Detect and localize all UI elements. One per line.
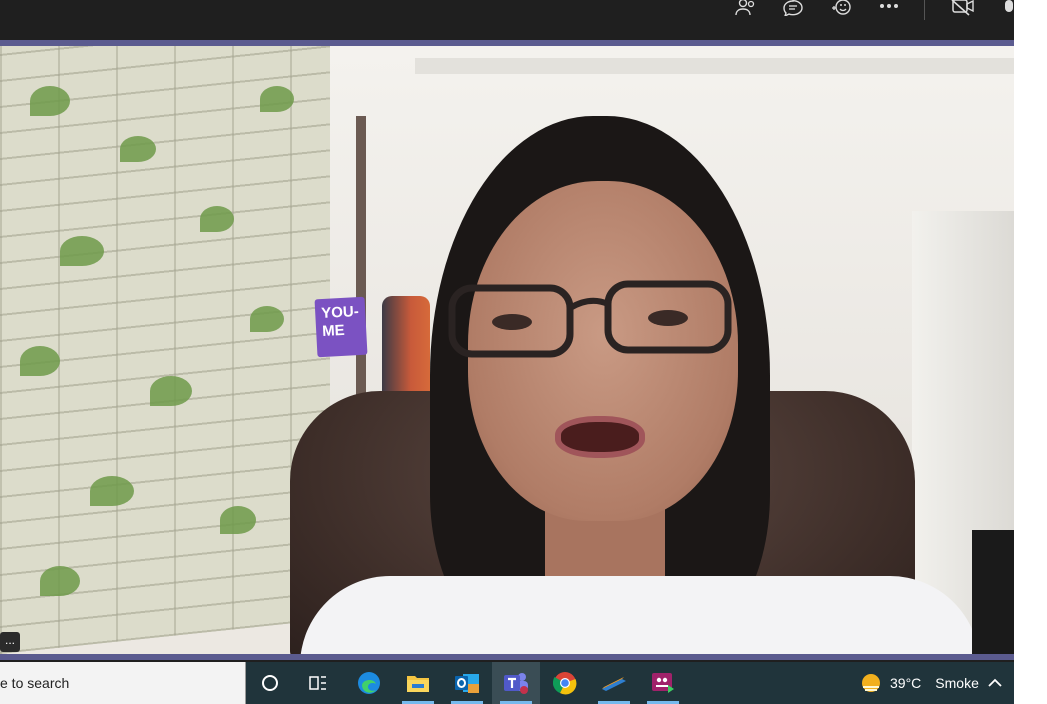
ivy-leaf — [200, 206, 234, 232]
weather-description: Smoke — [935, 675, 979, 691]
eyeglasses — [448, 280, 732, 358]
camera-off-icon[interactable] — [950, 0, 976, 16]
ivy-leaf — [20, 346, 60, 376]
self-view-tile — [972, 530, 1014, 654]
person-mouth — [555, 416, 645, 458]
ivy-leaf — [220, 506, 256, 534]
meeting-toolbar — [0, 0, 1014, 40]
ivy-leaf — [90, 476, 134, 506]
ivy-leaf — [250, 306, 284, 332]
chrome-icon[interactable] — [541, 662, 589, 704]
person-shirt — [300, 576, 980, 654]
chat-icon[interactable] — [780, 0, 806, 16]
file-explorer-icon[interactable] — [394, 662, 442, 704]
outlook-icon[interactable] — [443, 662, 491, 704]
more-options-icon[interactable] — [876, 0, 902, 16]
ivy-leaf — [40, 566, 80, 596]
taskbar-search-box[interactable]: e to search — [0, 662, 246, 704]
windows-taskbar: e to search 39°C Smoke — [0, 662, 1014, 704]
weather-sun-icon — [862, 674, 880, 692]
search-placeholder: e to search — [0, 675, 70, 691]
ceiling-edge — [415, 58, 1014, 74]
screen-recorder-icon[interactable] — [639, 662, 687, 704]
microphone-icon[interactable] — [996, 0, 1014, 16]
pen-app-icon[interactable] — [590, 662, 638, 704]
task-view-icon[interactable] — [294, 662, 342, 704]
teams-icon[interactable] — [492, 662, 540, 704]
you-me-sign: YOU- ME — [314, 296, 368, 358]
teams-meeting-window: YOU- ME ... e to search 39°C Smoke — [0, 0, 1014, 704]
show-hidden-icons-chevron-icon[interactable] — [984, 672, 1006, 694]
ivy-leaf — [150, 376, 192, 406]
edge-icon[interactable] — [345, 662, 393, 704]
reactions-icon[interactable] — [828, 0, 854, 16]
ivy-leaf — [120, 136, 156, 162]
shelf-post — [356, 116, 366, 406]
ivy-leaf — [60, 236, 104, 266]
toolbar-divider — [924, 0, 925, 20]
participant-video: YOU- ME ... — [0, 46, 1014, 654]
people-icon[interactable] — [732, 0, 758, 16]
weather-widget[interactable]: 39°C Smoke — [860, 662, 979, 704]
ivy-leaf — [30, 86, 70, 116]
participant-video-frame: YOU- ME ... — [0, 40, 1014, 660]
weather-temperature: 39°C — [890, 675, 922, 691]
cortana-icon[interactable] — [246, 662, 294, 704]
ivy-leaf — [260, 86, 294, 112]
video-more-button[interactable]: ... — [0, 632, 20, 652]
